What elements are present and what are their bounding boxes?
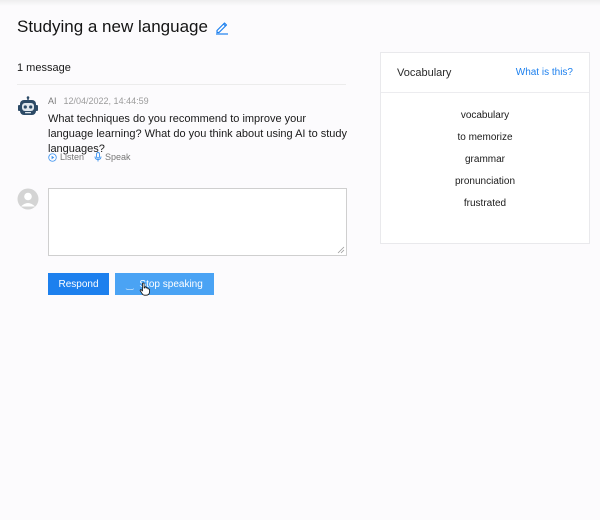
microphone-icon — [94, 152, 102, 162]
message-timestamp: 12/04/2022, 14:44:59 — [63, 96, 149, 106]
vocabulary-item: frustrated — [463, 198, 507, 209]
vocabulary-title: Vocabulary — [397, 66, 452, 79]
message-text: What techniques do you recommend to impr… — [48, 113, 348, 155]
robot-icon — [18, 96, 38, 115]
page-header: Studying a new language — [17, 16, 230, 38]
what-is-this-link[interactable]: What is this? — [516, 67, 573, 78]
message-count: 1 message — [17, 62, 71, 74]
vocabulary-header: Vocabulary What is this? — [381, 53, 589, 93]
message-actions: Listen Speak — [48, 152, 131, 162]
play-circle-icon — [48, 152, 57, 162]
listen-label: Listen — [60, 152, 85, 162]
vocabulary-item: to memorize — [457, 132, 513, 143]
listen-button[interactable]: Listen — [48, 152, 84, 162]
vocabulary-panel: Vocabulary What is this? vocabulary to m… — [380, 52, 590, 244]
top-shadow — [0, 0, 600, 6]
respond-button[interactable]: Respond — [48, 273, 109, 295]
resize-handle[interactable] — [337, 246, 345, 254]
stop-speaking-button[interactable]: ‿ Stop speaking — [115, 273, 214, 295]
speak-label: Speak — [105, 152, 131, 162]
message-author: AI — [48, 96, 57, 106]
vocabulary-item: vocabulary — [460, 110, 510, 121]
loading-spinner-icon: ‿ — [126, 280, 134, 290]
divider — [17, 84, 346, 85]
page-title: Studying a new language — [17, 17, 208, 36]
speak-button[interactable]: Speak — [94, 152, 131, 162]
reply-input[interactable] — [48, 188, 347, 256]
vocabulary-item: pronunciation — [454, 176, 516, 187]
vocabulary-item: grammar — [464, 154, 505, 165]
hand-pointer-icon — [139, 282, 150, 296]
pencil-icon[interactable] — [214, 19, 230, 35]
user-avatar-icon — [17, 188, 39, 210]
message-meta: AI 12/04/2022, 14:44:59 — [48, 96, 149, 106]
vocabulary-list: vocabulary to memorize grammar pronuncia… — [381, 93, 589, 220]
